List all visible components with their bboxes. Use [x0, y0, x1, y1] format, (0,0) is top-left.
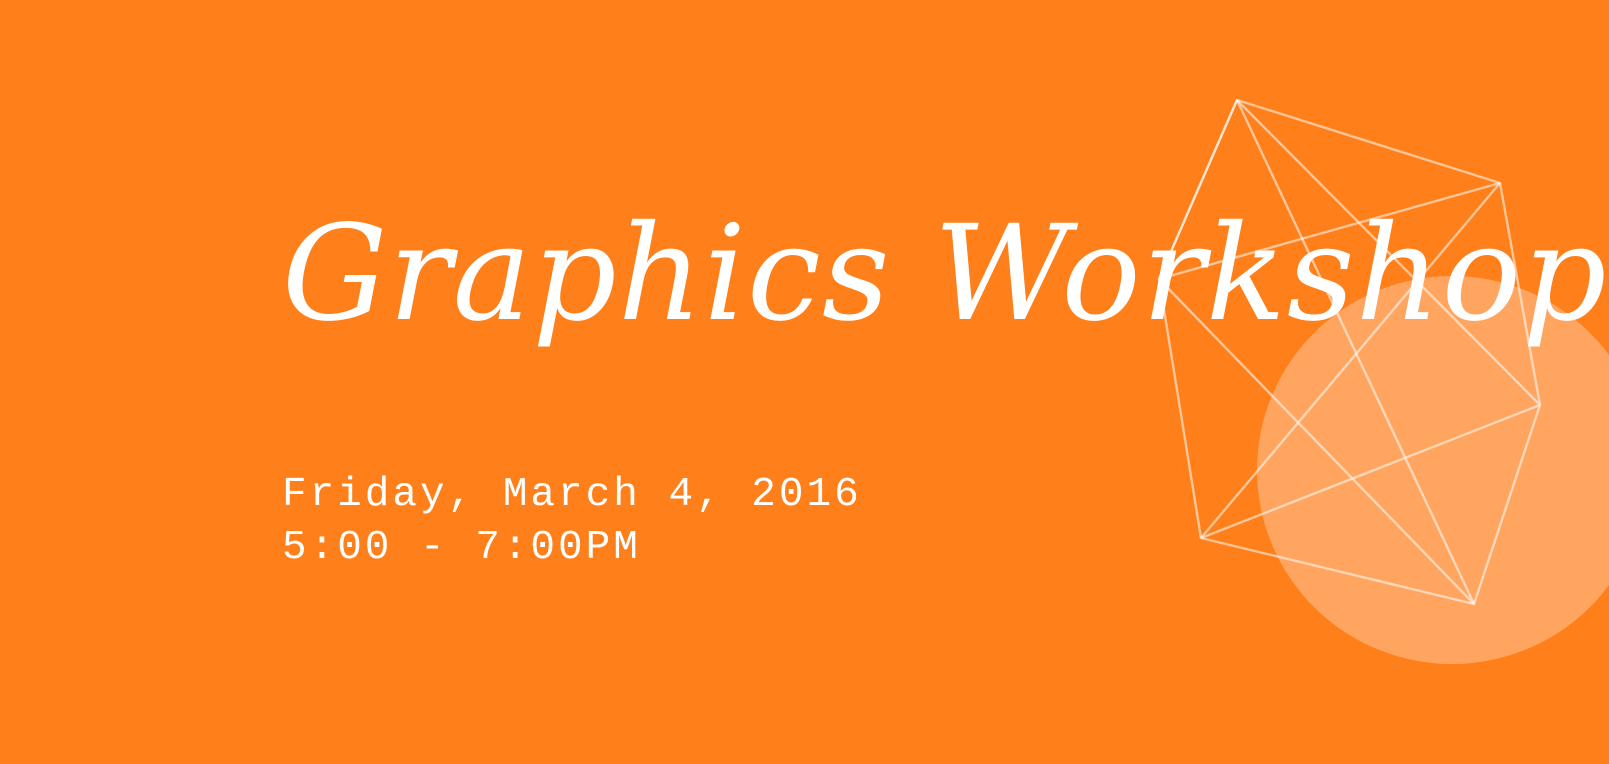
event-title: Graphics Workshop: [282, 197, 1608, 351]
polyhedron-wireframe-icon: [1157, 98, 1542, 606]
event-banner: Graphics Workshop Friday, March 4, 2016 …: [0, 0, 1609, 764]
event-date: Friday, March 4, 2016: [282, 472, 862, 518]
event-time: 5:00 - 7:00PM: [282, 525, 641, 571]
